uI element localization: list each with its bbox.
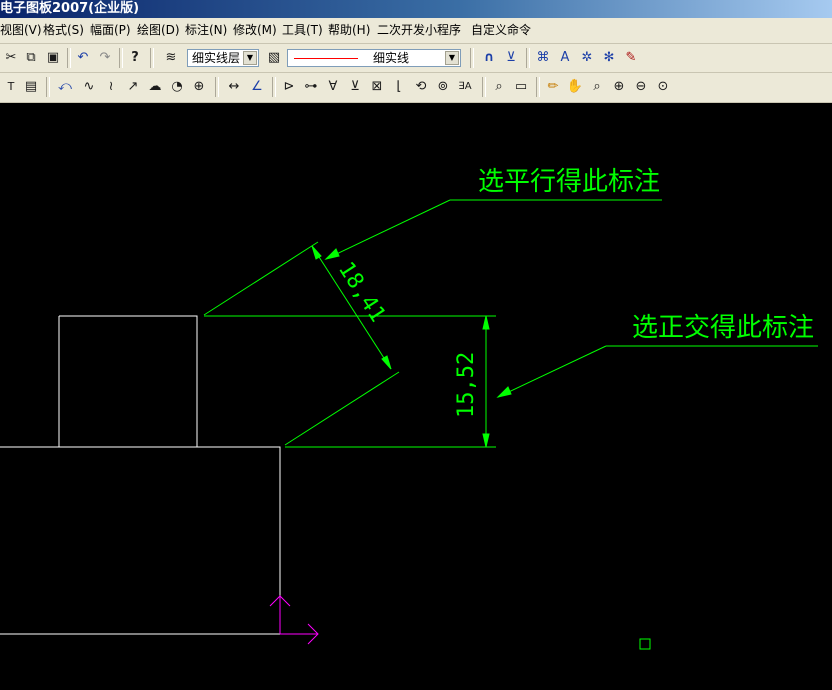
chamfer-mark-icon[interactable]: ⟲	[412, 77, 430, 96]
note-orthogonal[interactable]: 选正交得此标注	[632, 313, 814, 343]
window-title: 电子图板2007(企业版)	[0, 1, 140, 16]
menu-sheet[interactable]: 幅面(P)	[90, 18, 131, 43]
leader-parallel	[325, 199, 451, 260]
copy-icon[interactable]: ⧉	[22, 48, 40, 67]
linetype-icon[interactable]: ▧	[265, 48, 283, 67]
point-style-icon[interactable]: ✻	[600, 48, 618, 67]
dimension-layer	[203, 199, 818, 650]
drawing-canvas[interactable]: 18,41 15,52 选平行得此标注 选正交得此标注	[0, 103, 832, 690]
geometry-layer	[0, 315, 281, 635]
layer-select[interactable]: 细实线层 ▼	[187, 49, 259, 67]
pencil-icon[interactable]: ✏	[544, 77, 562, 96]
arrowhead	[496, 386, 512, 398]
drawing-toolbar: T ▤ ⤺ ∿ ≀ ↗ ☁ ◔ ⊕ ↔ ∠ ⊳ ⊶ ∀ ⊻ ⊠ ⌊ ⟲ ⊚ ∃A…	[0, 73, 832, 103]
menu-modify[interactable]: 修改(M)	[233, 18, 277, 43]
toolbar-separator	[470, 48, 474, 68]
menu-tools[interactable]: 工具(T)	[282, 18, 323, 43]
dim-style-icon[interactable]: A	[556, 48, 574, 67]
cloud-icon[interactable]: ☁	[146, 77, 164, 96]
extension-line-upper	[203, 241, 319, 316]
wave-line-icon[interactable]: ≀	[102, 77, 120, 96]
annotation-layer: 18,41 15,52 选平行得此标注 选正交得此标注	[333, 167, 814, 418]
linetype-select[interactable]: 细实线 ▼	[287, 49, 461, 67]
chevron-down-icon[interactable]: ▼	[243, 51, 257, 65]
toolbar-separator	[272, 77, 276, 97]
arrowhead	[324, 248, 340, 260]
toolbar-separator	[215, 77, 219, 97]
pan-icon[interactable]: ✋	[566, 77, 584, 96]
toolbar-separator	[67, 48, 71, 68]
large-rectangle[interactable]	[0, 446, 281, 635]
extension-line-lower	[284, 371, 400, 446]
toolbar-separator	[536, 77, 540, 97]
menu-bar: 视图(V) 格式(S) 幅面(P) 绘图(D) 标注(N) 修改(M) 工具(T…	[0, 18, 832, 44]
zoom-in-icon[interactable]: ⊕	[610, 77, 628, 96]
surface-roughness-icon[interactable]: ⊻	[346, 77, 364, 96]
section-mark-icon[interactable]: ⌊	[390, 77, 408, 96]
toolbar-separator	[46, 77, 50, 97]
image-icon[interactable]: ▤	[22, 77, 40, 96]
arrowhead	[381, 355, 392, 370]
datum-icon[interactable]: ⊶	[302, 77, 320, 96]
arrowhead	[482, 433, 490, 448]
small-rectangle[interactable]	[58, 315, 198, 448]
leader-orthogonal	[497, 345, 607, 398]
hatch-style-icon[interactable]: ✲	[578, 48, 596, 67]
drawing-svg: 18,41 15,52 选平行得此标注 选正交得此标注	[0, 167, 818, 650]
toolbar-separator	[526, 48, 530, 68]
toolbar-separator	[150, 48, 154, 68]
title-bar: 电子图板2007(企业版)	[0, 0, 832, 18]
ray-icon[interactable]: ↗	[124, 77, 142, 96]
menu-secondary-dev[interactable]: 二次开发小程序	[377, 18, 461, 43]
menu-custom-commands[interactable]: 自定义命令	[471, 18, 531, 43]
text-style-icon[interactable]: ⌘	[534, 48, 552, 67]
measure-icon[interactable]: ▭	[512, 77, 530, 96]
polyline-icon[interactable]: ⤺	[56, 77, 74, 96]
balloon-icon[interactable]: ⊚	[434, 77, 452, 96]
text-icon[interactable]: T	[2, 77, 20, 96]
dim-text-vertical[interactable]: 15,52	[454, 352, 479, 418]
drawing-tool-icon[interactable]: ✎	[622, 48, 640, 67]
zoom-all-icon[interactable]: ⊙	[654, 77, 672, 96]
layer-icon[interactable]: ≋	[162, 48, 180, 67]
zoom-out-icon[interactable]: ⊖	[632, 77, 650, 96]
undo-icon[interactable]: ↶	[74, 48, 92, 67]
zoom-window-icon[interactable]: ⌕	[588, 77, 606, 96]
linetype-select-value: 细实线	[373, 51, 410, 65]
spline-icon[interactable]: ∿	[80, 77, 98, 96]
arrowhead	[311, 245, 322, 260]
snap-marker	[639, 638, 651, 650]
toolbar-separator	[119, 48, 123, 68]
layer-select-value: 细实线层	[192, 51, 241, 65]
fillet-icon[interactable]: ◔	[168, 77, 186, 96]
linetype-sample	[294, 58, 358, 59]
tolerance-icon[interactable]: ⊠	[368, 77, 386, 96]
leader-icon[interactable]: ⊳	[280, 77, 298, 96]
menu-format[interactable]: 格式(S)	[43, 18, 84, 43]
angle-dimension-icon[interactable]: ∠	[248, 77, 266, 96]
menu-view[interactable]: 视图(V)	[0, 18, 42, 43]
cut-icon[interactable]: ✂	[2, 48, 20, 67]
menu-help[interactable]: 帮助(H)	[328, 18, 370, 43]
ucs-icon	[269, 595, 319, 645]
menu-dimension[interactable]: 标注(N)	[185, 18, 227, 43]
query-icon[interactable]: ⌕	[490, 77, 508, 96]
snap-icon[interactable]: ∩	[480, 48, 498, 67]
centerline-icon[interactable]: ⊕	[190, 77, 208, 96]
note-parallel[interactable]: 选平行得此标注	[478, 167, 660, 197]
standard-toolbar: ✂ ⧉ ▣ ↶ ↷ ? ≋ 细实线层 ▼ ▧ 细实线 ▼ ∩ ⊻ ⌘ A ✲ ✻…	[0, 44, 832, 73]
weld-symbol-icon[interactable]: ∀	[324, 77, 342, 96]
point-snap-icon[interactable]: ⊻	[502, 48, 520, 67]
chevron-down-icon[interactable]: ▼	[445, 51, 459, 65]
text-annotation-icon[interactable]: ∃A	[456, 77, 474, 96]
help-icon[interactable]: ?	[126, 48, 144, 67]
menu-draw[interactable]: 绘图(D)	[137, 18, 180, 43]
redo-icon[interactable]: ↷	[96, 48, 114, 67]
linear-dimension-icon[interactable]: ↔	[225, 77, 243, 96]
arrowhead	[482, 315, 490, 330]
paste-icon[interactable]: ▣	[44, 48, 62, 67]
toolbar-separator	[482, 77, 486, 97]
